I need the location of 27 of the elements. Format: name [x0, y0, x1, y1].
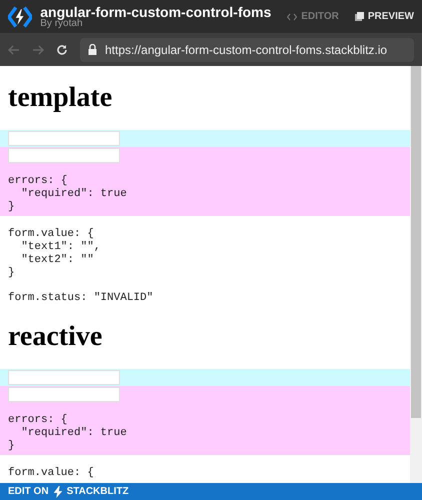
text-input[interactable] [8, 131, 120, 146]
lock-icon [88, 44, 97, 55]
reload-icon[interactable] [56, 44, 68, 56]
form-value-output: form.value: { [7, 467, 95, 480]
forward-arrow-icon[interactable] [32, 44, 44, 54]
logo-icon [8, 4, 32, 30]
author-label: By ryotah [40, 18, 83, 28]
text-input[interactable] [8, 370, 120, 385]
errors-output: errors: { "required": true } [8, 414, 128, 454]
pages-icon [354, 12, 364, 21]
back-arrow-icon[interactable] [8, 44, 20, 54]
url-text: https://angular-form-custom-control-foms.stackblitz.io [105, 42, 388, 58]
code-icon [287, 12, 298, 20]
errors-output: errors: { "required": true } [8, 175, 128, 215]
scrollbar-thumb[interactable] [411, 66, 421, 418]
edit-on-label: EDIT ON [8, 485, 49, 499]
view-tab[interactable]: PREVIEW [354, 9, 414, 24]
section-heading: reactive [7, 321, 104, 353]
section-heading: template [7, 82, 114, 114]
bolt-icon [52, 486, 63, 498]
text-input[interactable] [8, 148, 120, 163]
url-field[interactable]: https://angular-form-custom-control-foms.stackblitz.io [80, 38, 414, 62]
text-input[interactable] [8, 387, 120, 402]
brand-label: STACKBLITZ [66, 485, 129, 499]
form-value-output: form.value: { "text1": "", "text2": "" } [7, 228, 102, 280]
project-title: angular-form-custom-control-foms [40, 4, 272, 18]
form-status-output: form.status: "INVALID" [7, 292, 154, 305]
